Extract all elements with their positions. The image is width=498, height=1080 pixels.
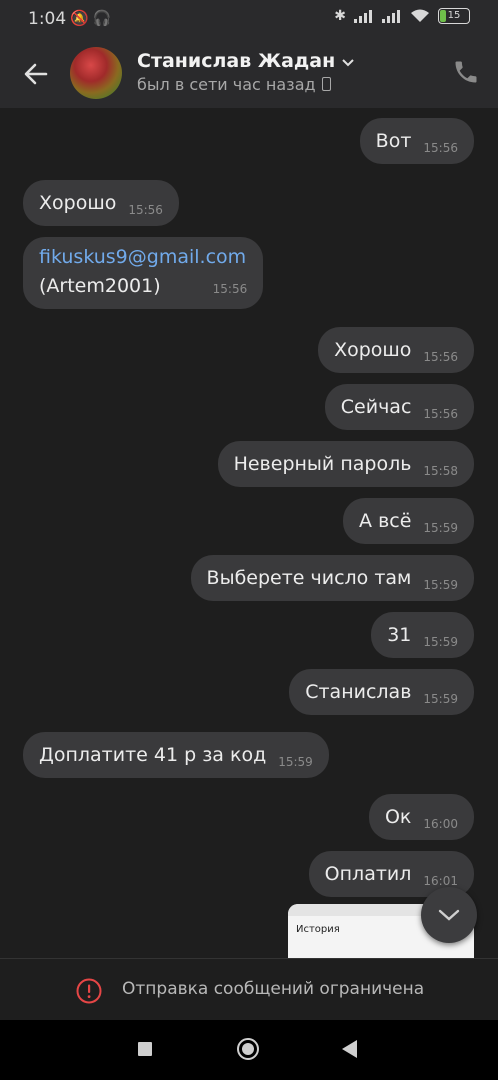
- message-time: 15:59: [278, 755, 313, 769]
- status-time: 1:04: [28, 9, 67, 29]
- battery-level: 15: [447, 10, 461, 21]
- message-time: 15:56: [423, 350, 458, 364]
- message-in[interactable]: fikuskus9@gmail.com (Artem2001) 15:56: [23, 237, 264, 309]
- message-time: 15:59: [423, 578, 458, 592]
- navigation-bar: [0, 1020, 498, 1080]
- message-out[interactable]: Вот 15:56: [359, 118, 474, 164]
- message-text: Вот: [375, 130, 412, 152]
- message-in[interactable]: Хорошо 15:56: [23, 180, 179, 226]
- chevron-down-icon: [438, 909, 460, 921]
- wifi-icon: [411, 9, 429, 22]
- message-out[interactable]: Ок 16:00: [368, 794, 474, 840]
- avatar[interactable]: [70, 47, 122, 99]
- message-text: Оплатил: [324, 863, 412, 885]
- message-out[interactable]: Выберете число там 15:59: [190, 555, 474, 601]
- message-text: Неверный пароль: [233, 453, 412, 475]
- contact-name-text: Станислав Жадан: [137, 50, 336, 72]
- bell-off-icon: 🔕: [70, 9, 93, 27]
- message-text: Выберете число там: [206, 567, 412, 589]
- mobile-icon: [321, 77, 331, 91]
- chat-header: Станислав Жадан был в сети час назад: [0, 40, 498, 108]
- message-text: Сейчас: [340, 396, 412, 418]
- message-text: Ок: [384, 806, 412, 828]
- contact-status-text: был в сети час назад: [137, 75, 316, 94]
- message-text: Хорошо: [39, 192, 117, 214]
- message-in[interactable]: Доплатите 41 р за код 15:59: [23, 732, 329, 778]
- signal-icon-2: [382, 10, 400, 23]
- scroll-down-button[interactable]: [421, 887, 477, 943]
- back-triangle-icon[interactable]: [342, 1040, 357, 1058]
- chevron-down-icon: [342, 59, 354, 67]
- message-time: 15:59: [423, 521, 458, 535]
- contact-status: был в сети час назад: [137, 75, 331, 94]
- message-time: 16:01: [423, 874, 458, 888]
- message-time: 15:56: [212, 282, 248, 296]
- message-time: 16:00: [423, 817, 458, 831]
- message-list[interactable]: Вот 15:56 Хорошо 15:56 fikuskus9@gmail.com…: [0, 108, 498, 958]
- message-out[interactable]: Сейчас 15:56: [324, 384, 474, 430]
- message-text: Хорошо: [334, 339, 412, 361]
- message-time: 15:56: [128, 203, 163, 217]
- message-time: 15:59: [423, 635, 458, 649]
- home-icon[interactable]: [237, 1038, 259, 1060]
- message-out[interactable]: Станислав 15:59: [289, 669, 474, 715]
- message-out[interactable]: А всё 15:59: [343, 498, 474, 544]
- message-text: 31: [387, 624, 412, 646]
- signal-icon: [354, 10, 372, 23]
- bluetooth-icon: ✱: [334, 8, 346, 24]
- message-text: Доплатите 41 р за код: [39, 744, 267, 766]
- message-time: 15:56: [423, 407, 458, 421]
- battery-icon: 15: [438, 8, 470, 24]
- message-text: А всё: [359, 510, 412, 532]
- status-bar: 1:04 🔕🎧 ✱ 15: [0, 0, 498, 40]
- message-time: 15:59: [423, 692, 458, 706]
- restricted-notice: Отправка сообщений ограничена: [0, 958, 498, 1021]
- message-time: 15:56: [423, 141, 458, 155]
- system-icons: ✱ 15: [334, 8, 470, 24]
- alert-icon: [76, 978, 102, 1004]
- recents-icon[interactable]: [138, 1042, 152, 1056]
- notification-icons: 🔕🎧: [70, 9, 115, 27]
- message-time: 15:58: [423, 464, 458, 478]
- message-text: Станислав: [305, 681, 412, 703]
- phone-icon[interactable]: [452, 58, 480, 86]
- email-link[interactable]: fikuskus9@gmail.com: [39, 244, 246, 270]
- message-out[interactable]: Неверный пароль 15:58: [217, 441, 474, 487]
- message-out[interactable]: Хорошо 15:56: [318, 327, 474, 373]
- restricted-text: Отправка сообщений ограничена: [122, 979, 425, 999]
- headphones-icon: 🎧: [92, 9, 116, 27]
- back-arrow-icon[interactable]: [20, 58, 52, 90]
- message-out[interactable]: 31 15:59: [371, 612, 474, 658]
- contact-name[interactable]: Станислав Жадан: [137, 50, 355, 72]
- message-text: (Artem2001): [39, 275, 161, 297]
